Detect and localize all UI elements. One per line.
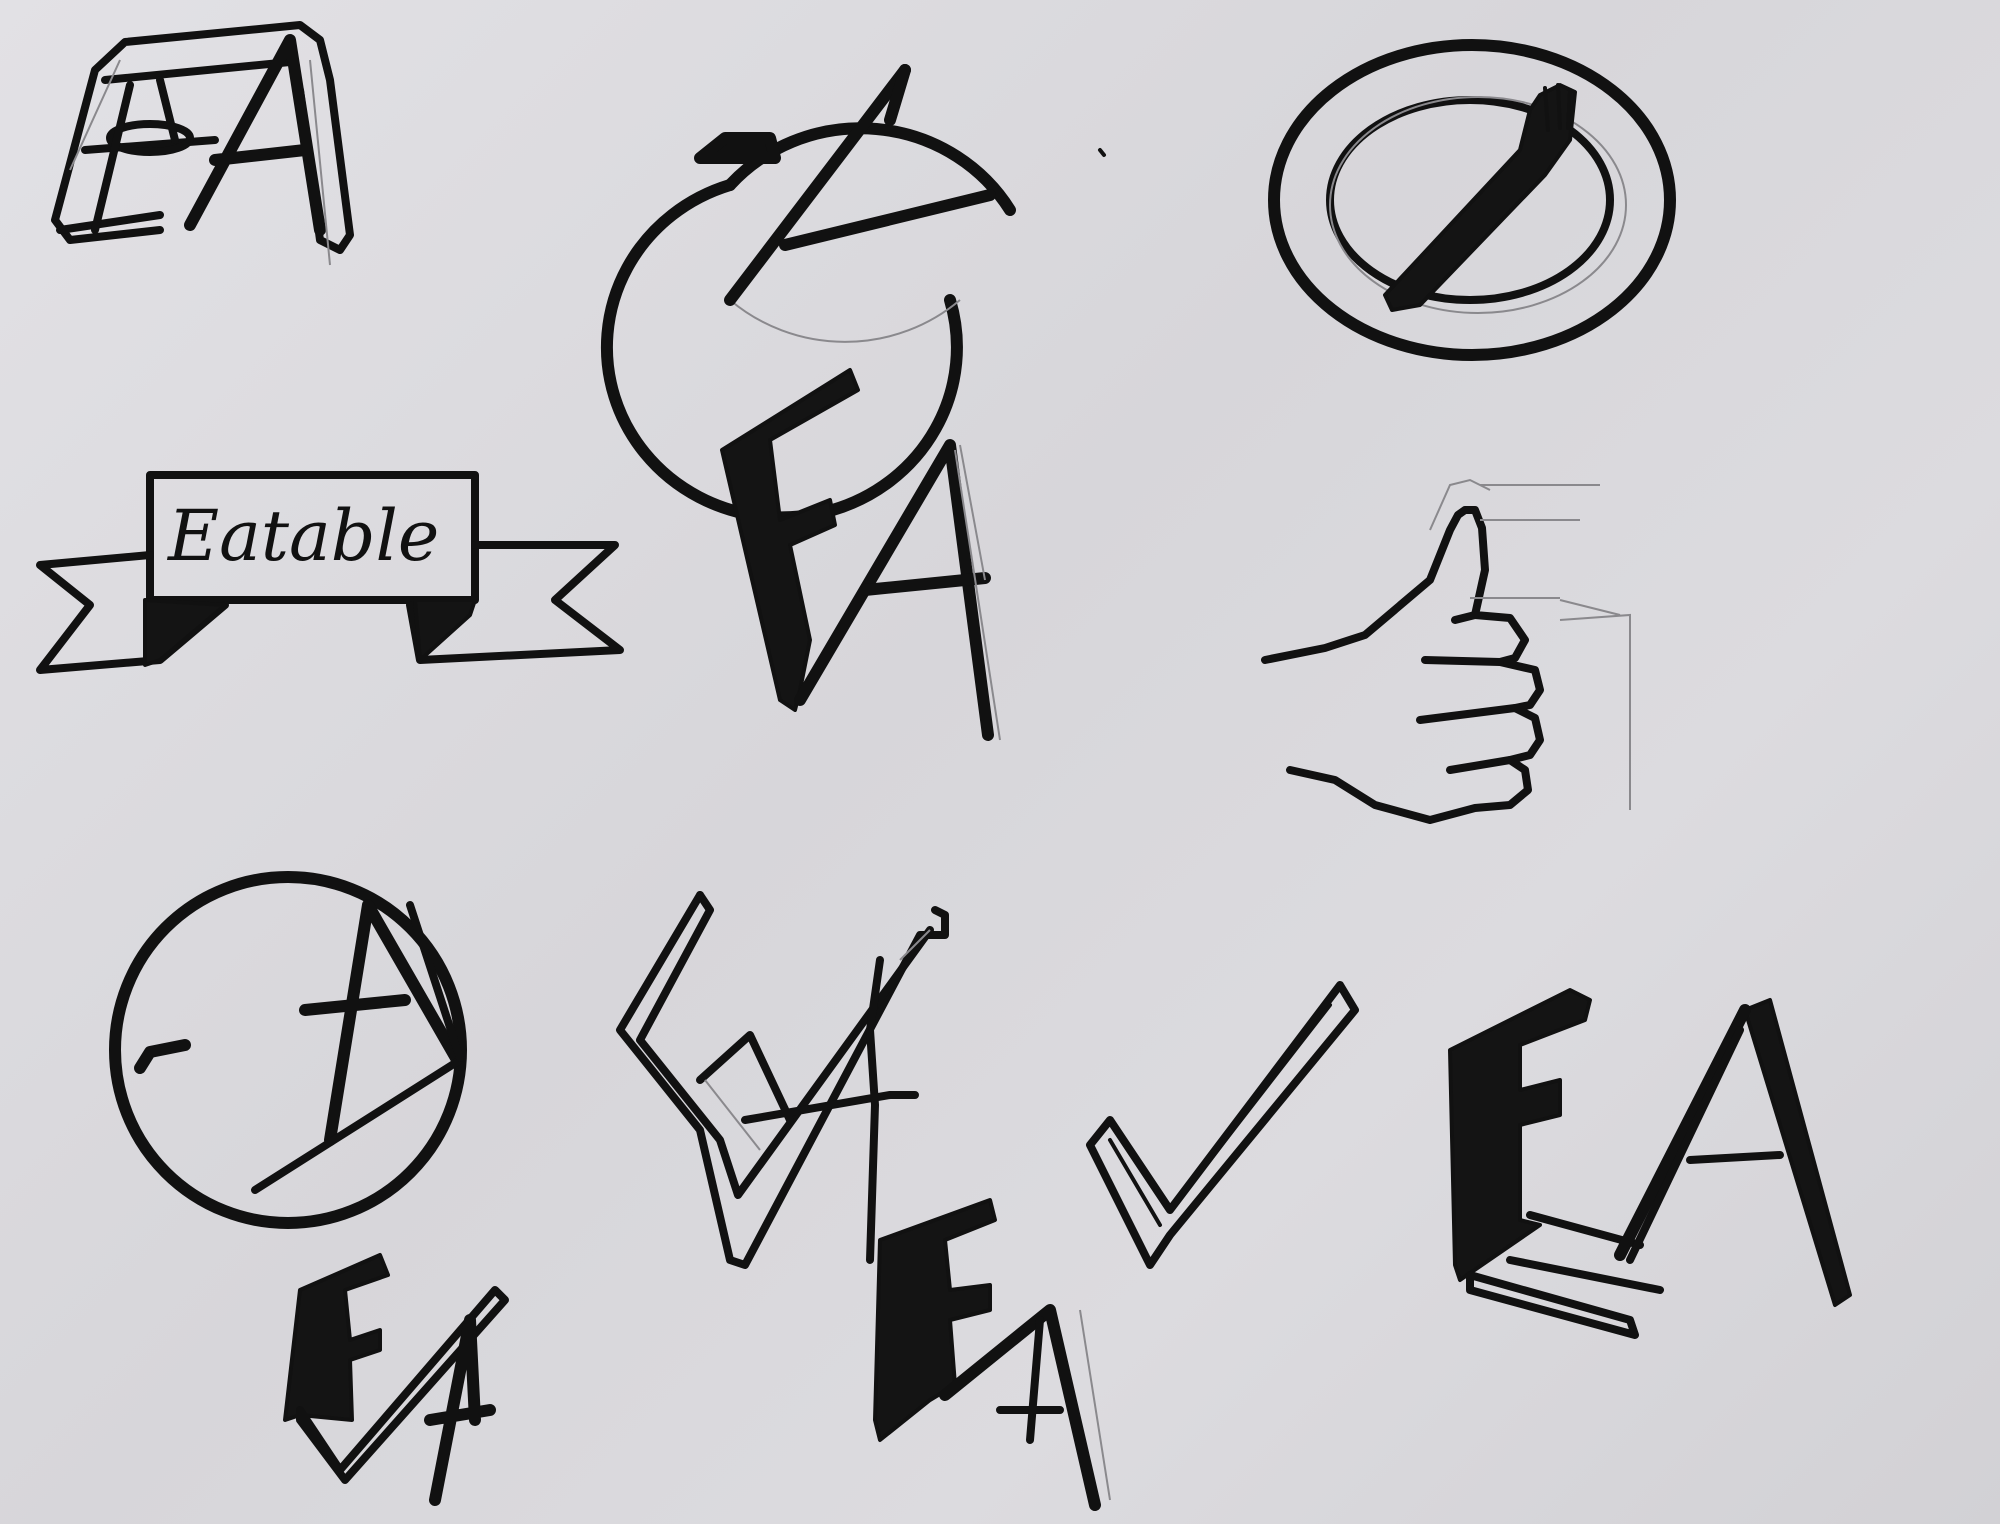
sketch-canvas: Eatable (36, 21, 1852, 1511)
thumbs-up-hand-sketch (1261, 478, 1631, 824)
ea-circle-logo-sketch-alt (109, 871, 467, 1229)
ea-cylinder-logo-sketch (51, 21, 354, 266)
banner-text: Eatable (166, 495, 439, 577)
bold-ea-monogram-sketch (1448, 988, 1852, 1339)
ea-zigzag-logo-sketch (616, 891, 949, 1269)
eatable-ribbon-banner-sketch: Eatable (36, 471, 624, 674)
paper-sheet: Eatable (0, 0, 2000, 1524)
checkmark-logo-sketch (1086, 981, 1359, 1269)
fork-plate-logo-sketch (1268, 39, 1676, 361)
stray-mark (1098, 148, 1106, 157)
ea-monogram-bottom-sketch (873, 1198, 1111, 1511)
small-ea-monogram-sketch (283, 1253, 509, 1506)
tall-ea-monogram-sketch (720, 368, 1001, 741)
